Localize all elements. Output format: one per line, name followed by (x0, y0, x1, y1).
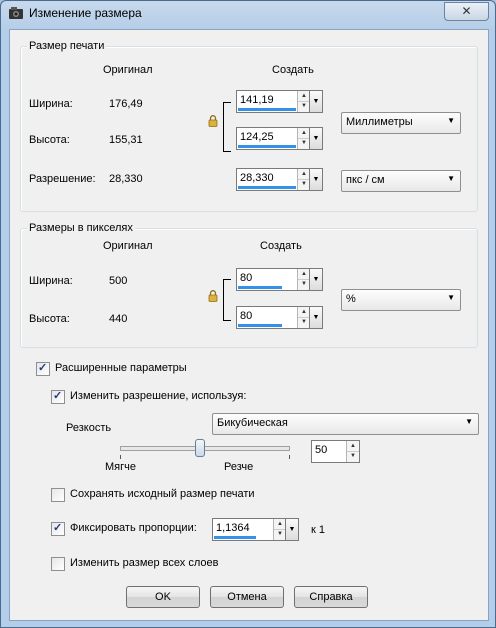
pixel-width-label: Ширина: (29, 275, 73, 287)
print-link-bracket (223, 102, 231, 152)
sharpness-field[interactable]: 50 ▲ ▼ (311, 440, 360, 463)
lock-aspect-label: Фиксировать пропорции: (70, 522, 197, 534)
close-icon: ✕ (461, 4, 472, 18)
pixel-width-original: 500 (109, 275, 128, 287)
sharpness-value: 50 (315, 444, 328, 456)
app-icon (9, 7, 23, 19)
lock-aspect-checkbox[interactable]: ✓ (51, 522, 65, 536)
aspect-ratio-value: 1,1364 (216, 522, 250, 534)
close-button[interactable]: ✕ (444, 2, 489, 21)
pixel-link-bracket (223, 279, 231, 321)
resize-all-layers-checkbox[interactable] (51, 557, 65, 571)
chevron-down-icon[interactable]: ▼ (309, 269, 322, 290)
pixel-width-dropdown[interactable]: ▼ (309, 268, 323, 291)
change-resolution-label: Изменить разрешение, используя: (70, 390, 247, 402)
resolution-units-value: пкс / см (346, 174, 385, 186)
print-height-value: 124,25 (240, 131, 274, 143)
chevron-down-icon: ▼ (447, 293, 455, 302)
ok-button[interactable]: OK (126, 586, 200, 608)
change-resolution-checkbox[interactable]: ✓ (51, 390, 65, 404)
print-units-select[interactable]: Миллиметры ▼ (341, 112, 461, 134)
sharpness-label: Резкость (66, 422, 112, 434)
resolution-label: Разрешение: (29, 173, 96, 185)
print-width-field[interactable]: 141,19 ▲ ▼ (236, 90, 311, 113)
pixel-original-header: Оригинал (103, 240, 153, 252)
chevron-down-icon[interactable]: ▼ (285, 519, 298, 540)
slider-right-label: Резче (224, 461, 254, 473)
pixel-height-value: 80 (240, 310, 253, 322)
chevron-down-icon[interactable]: ▼ (309, 91, 322, 112)
cancel-button[interactable]: Отмена (210, 586, 284, 608)
pixel-height-original: 440 (109, 313, 128, 325)
print-size-group-title: Размер печати (27, 40, 107, 52)
pixel-height-label: Высота: (29, 313, 70, 325)
resize-all-layers-label: Изменить размер всех слоев (70, 557, 219, 569)
resolution-field[interactable]: 28,330 ▲ ▼ (236, 168, 311, 191)
pixel-create-header: Создать (260, 240, 302, 252)
dialog-window: Изменение размера ✕ Размер печати Оригин… (0, 0, 496, 628)
print-width-bar (238, 108, 296, 111)
checkmark-icon: ✓ (53, 390, 63, 402)
chevron-down-icon: ▼ (447, 174, 455, 183)
lock-icon[interactable] (208, 115, 218, 127)
print-height-label: Высота: (29, 134, 70, 146)
print-width-original: 176,49 (109, 98, 143, 110)
print-original-header: Оригинал (103, 64, 153, 76)
chevron-down-icon[interactable]: ▼ (309, 169, 322, 190)
print-units-value: Миллиметры (346, 116, 413, 128)
pixel-width-field[interactable]: 80 ▲ ▼ (236, 268, 311, 291)
slider-left-label: Мягче (105, 461, 136, 473)
aspect-ratio-dropdown[interactable]: ▼ (285, 518, 299, 541)
print-width-dropdown[interactable]: ▼ (309, 90, 323, 113)
lock-icon[interactable] (208, 290, 218, 302)
resample-method-value: Бикубическая (217, 417, 288, 429)
sharpness-slider-thumb[interactable] (195, 439, 205, 457)
checkmark-icon: ✓ (38, 362, 48, 374)
resolution-bar (238, 186, 296, 189)
keep-print-size-label: Сохранять исходный размер печати (70, 488, 255, 500)
slider-tick-right (289, 455, 290, 459)
resolution-units-select[interactable]: пкс / см ▼ (341, 170, 461, 192)
print-create-header: Создать (272, 64, 314, 76)
chevron-down-icon: ▼ (447, 116, 455, 125)
pixel-height-bar (238, 324, 282, 327)
pixel-units-value: % (346, 293, 356, 305)
checkmark-icon: ✓ (53, 522, 63, 534)
print-height-bar (238, 145, 296, 148)
slider-tick-left (120, 455, 121, 459)
aspect-ratio-bar (214, 536, 256, 539)
advanced-label: Расширенные параметры (55, 362, 187, 374)
print-width-label: Ширина: (29, 98, 73, 110)
dialog-client: Размер печати Оригинал Создать Ширина: 1… (9, 29, 489, 621)
chevron-down-icon[interactable]: ▼ (309, 307, 322, 328)
spin-arrows-icon[interactable]: ▲ ▼ (346, 441, 359, 462)
window-title: Изменение размера (29, 6, 142, 20)
chevron-down-icon[interactable]: ▼ (309, 128, 322, 149)
resolution-dropdown[interactable]: ▼ (309, 168, 323, 191)
help-button[interactable]: Справка (294, 586, 368, 608)
resample-method-select[interactable]: Бикубическая ▼ (212, 413, 479, 435)
pixel-width-bar (238, 286, 282, 289)
pixel-units-select[interactable]: % ▼ (341, 289, 461, 311)
keep-print-size-checkbox[interactable] (51, 488, 65, 502)
resolution-original: 28,330 (109, 173, 143, 185)
pixel-height-dropdown[interactable]: ▼ (309, 306, 323, 329)
print-height-field[interactable]: 124,25 ▲ ▼ (236, 127, 311, 150)
chevron-down-icon: ▼ (465, 417, 473, 426)
resolution-value: 28,330 (240, 172, 274, 184)
print-height-dropdown[interactable]: ▼ (309, 127, 323, 150)
pixel-size-group-title: Размеры в пикселях (27, 222, 135, 234)
pixel-width-value: 80 (240, 272, 253, 284)
aspect-suffix: к 1 (311, 524, 325, 536)
advanced-checkbox[interactable]: ✓ (36, 362, 50, 376)
title-bar: Изменение размера ✕ (1, 1, 495, 27)
aspect-ratio-field[interactable]: 1,1364 ▲ ▼ (212, 518, 287, 541)
print-width-value: 141,19 (240, 94, 274, 106)
print-height-original: 155,31 (109, 134, 143, 146)
sharpness-slider-track[interactable] (120, 446, 290, 451)
pixel-height-field[interactable]: 80 ▲ ▼ (236, 306, 311, 329)
